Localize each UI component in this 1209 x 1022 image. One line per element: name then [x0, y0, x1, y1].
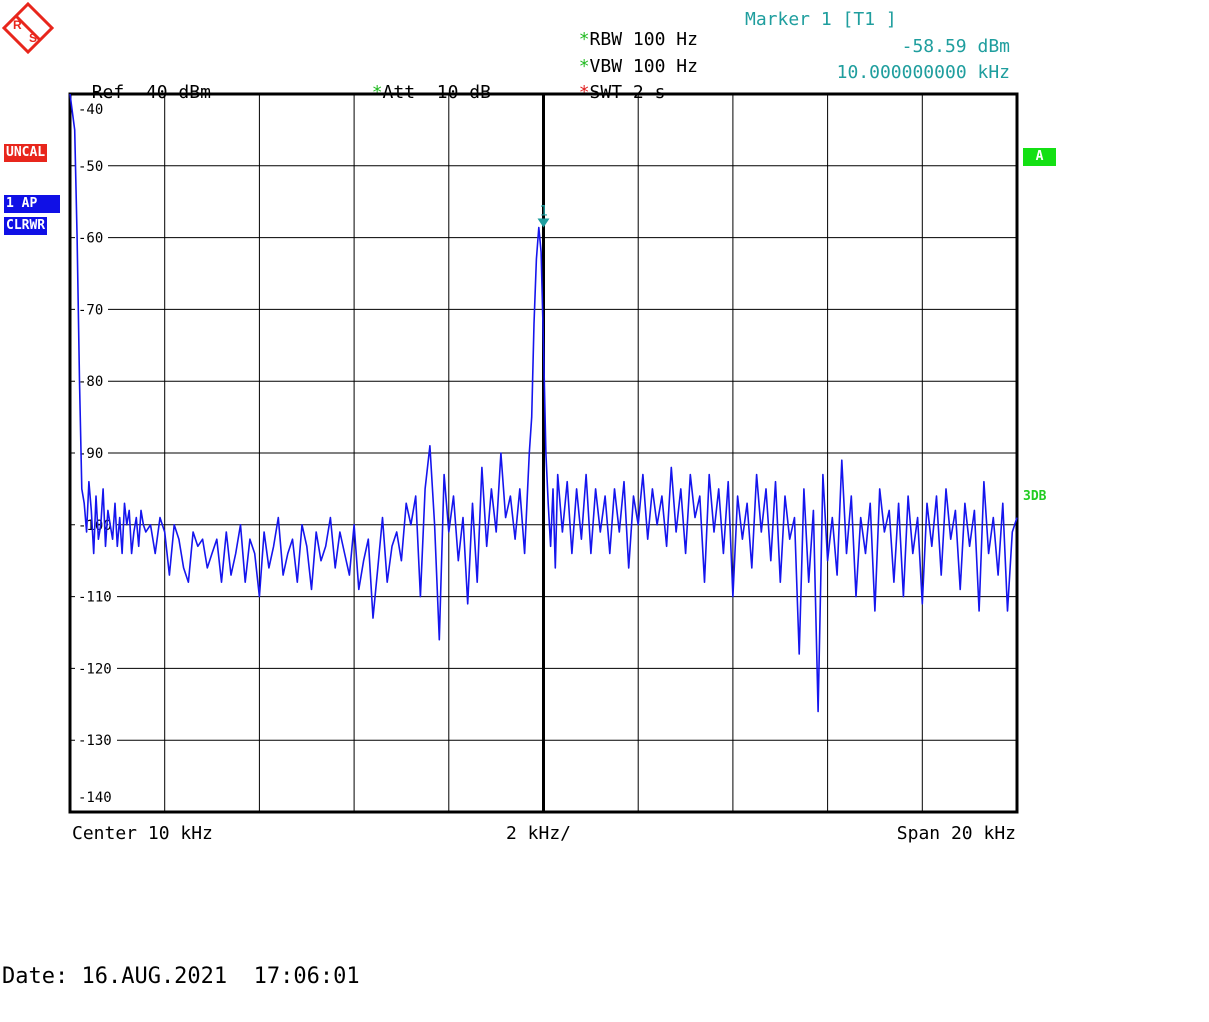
span-readout: Span 20 kHz — [896, 823, 1016, 844]
ytick-label: -120 — [78, 661, 112, 677]
spectrum-plot: -40-50-60-70-80-90-100-110-120-130-1401 — [68, 92, 1019, 814]
ytick-label: -140 — [78, 790, 112, 806]
date-stamp: Date: 16.AUG.2021 17:06:01 — [2, 964, 360, 989]
span-per-division: 2 kHz/ — [506, 823, 572, 844]
ytick-label: -70 — [78, 302, 103, 318]
center-frequency: Center 10 kHz — [72, 823, 213, 844]
ytick-label: -50 — [78, 159, 103, 175]
ytick-label: -60 — [78, 231, 103, 247]
marker-1-label: 1 — [540, 203, 548, 219]
ytick-label: -110 — [78, 590, 112, 606]
ytick-label: -40 — [78, 102, 103, 118]
ytick-label: -130 — [78, 733, 112, 749]
marker-1-triangle — [537, 218, 550, 228]
ytick-label: -80 — [78, 374, 103, 390]
